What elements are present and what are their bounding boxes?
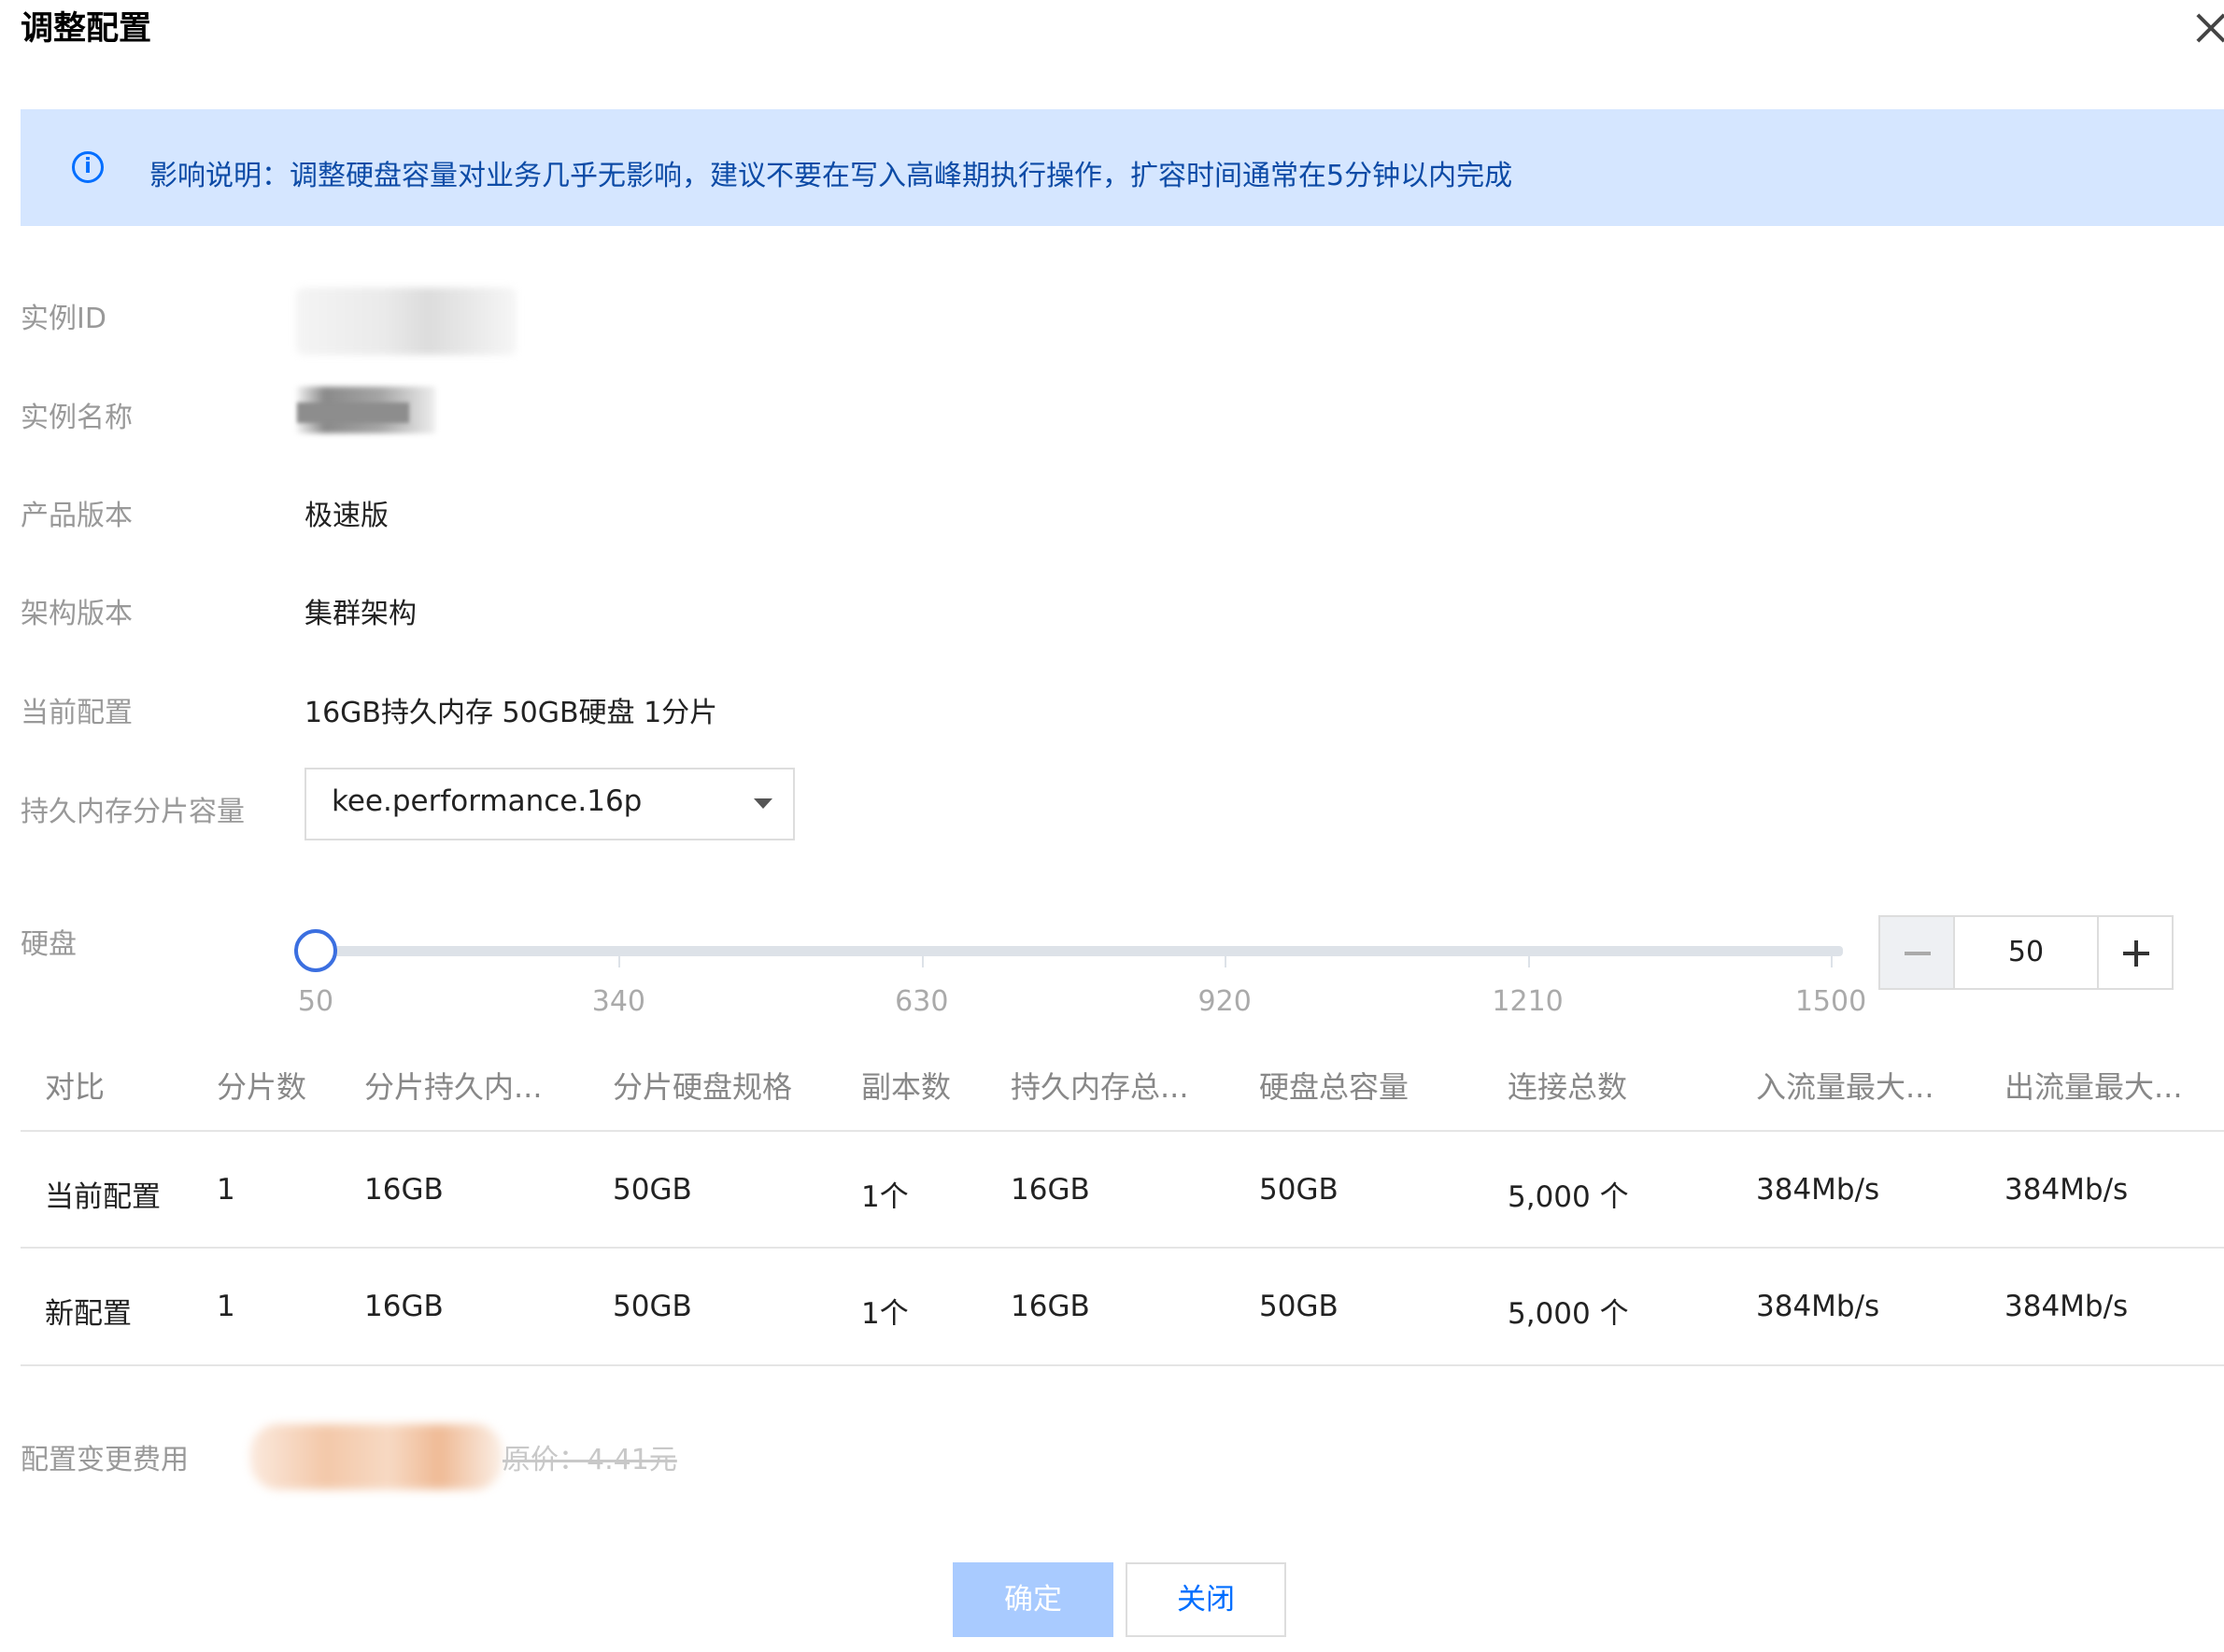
slider-tick-label: 920 — [1197, 985, 1252, 1018]
table-cell: 1个 — [861, 1180, 909, 1214]
instance-name-value-redacted-core — [297, 402, 409, 423]
instance-name-label: 实例名称 — [21, 402, 133, 434]
table-header-cell: 出流量最大... — [2004, 1069, 2183, 1105]
slider-tick-label: 630 — [895, 985, 949, 1018]
disk-size-input[interactable]: 50 — [1953, 915, 2099, 990]
confirm-button[interactable]: 确定 — [953, 1562, 1113, 1637]
decrement-button[interactable] — [1878, 915, 1955, 990]
dialog-title: 调整配置 — [21, 10, 152, 48]
close-icon[interactable] — [2189, 7, 2224, 49]
table-cell: 384Mb/s — [2004, 1290, 2129, 1323]
slider-tick — [1831, 956, 1833, 967]
chevron-down-icon[interactable] — [754, 798, 772, 809]
table-header-cell: 持久内存总... — [1011, 1069, 1189, 1105]
fee-label: 配置变更费用 — [21, 1444, 189, 1476]
instance-id-value-redacted — [296, 288, 517, 355]
notice-text: 影响说明：调整硬盘容量对业务几乎无影响，建议不要在写入高峰期执行操作，扩容时间通… — [149, 160, 1513, 192]
disk-slider-track[interactable] — [315, 946, 1843, 956]
slider-tick — [618, 956, 621, 967]
table-header-cell: 分片数 — [217, 1069, 307, 1105]
table-header-cell: 连接总数 — [1508, 1069, 1628, 1105]
table-cell: 50GB — [1259, 1290, 1339, 1323]
close-button[interactable]: 关闭 — [1126, 1562, 1286, 1637]
instance-id-label: 实例ID — [21, 303, 106, 335]
table-cell: 5,000 个 — [1508, 1297, 1629, 1331]
slider-tick-label: 340 — [591, 985, 646, 1018]
slider-tick — [1527, 956, 1530, 967]
table-cell: 50GB — [613, 1173, 692, 1207]
table-row — [21, 1136, 2224, 1252]
product-version-label: 产品版本 — [21, 500, 133, 532]
slider-tick-label: 50 — [297, 985, 334, 1018]
table-cell: 1 — [217, 1173, 235, 1207]
current-config-value: 16GB持久内存 50GB硬盘 1分片 — [305, 697, 718, 729]
arch-version-label: 架构版本 — [21, 598, 133, 630]
table-cell: 16GB — [1011, 1290, 1090, 1323]
table-cell: 50GB — [1259, 1173, 1339, 1207]
table-cell: 384Mb/s — [2004, 1173, 2129, 1207]
table-cell: 16GB — [364, 1290, 444, 1323]
table-row — [21, 1252, 2224, 1369]
table-row-divider — [21, 1247, 2224, 1249]
current-config-label: 当前配置 — [21, 697, 133, 729]
table-header-cell: 入流量最大... — [1756, 1069, 1934, 1105]
table-header-cell: 分片硬盘规格 — [613, 1069, 793, 1105]
info-icon: i — [72, 151, 104, 183]
table-header-cell: 副本数 — [861, 1069, 952, 1105]
original-price: 原价：4.41元 — [503, 1444, 677, 1476]
arch-version-value: 集群架构 — [305, 598, 417, 630]
slider-tick — [1225, 956, 1227, 967]
table-cell: 16GB — [1011, 1173, 1090, 1207]
shard-capacity-selected-value: kee.performance.16p — [332, 784, 643, 818]
table-header-cell: 对比 — [45, 1069, 106, 1105]
table-header-divider — [21, 1130, 2224, 1132]
table-cell: 16GB — [364, 1173, 444, 1207]
shard-capacity-label: 持久内存分片容量 — [21, 796, 245, 828]
disk-slider-handle[interactable] — [294, 929, 337, 972]
table-bottom-divider — [21, 1364, 2224, 1366]
disk-label: 硬盘 — [21, 928, 77, 961]
table-cell: 当前配置 — [45, 1180, 161, 1214]
table-header-cell: 分片持久内... — [364, 1069, 543, 1105]
product-version-value: 极速版 — [305, 500, 389, 532]
table-cell: 新配置 — [45, 1297, 132, 1331]
table-cell: 5,000 个 — [1508, 1180, 1629, 1214]
slider-tick-label: 1210 — [1492, 985, 1564, 1018]
table-cell: 384Mb/s — [1756, 1173, 1880, 1207]
slider-tick — [921, 956, 924, 967]
table-cell: 1个 — [861, 1297, 909, 1331]
fee-value-redacted — [250, 1424, 503, 1490]
table-cell: 50GB — [613, 1290, 692, 1323]
table-header-cell: 硬盘总容量 — [1259, 1069, 1409, 1105]
table-cell: 1 — [217, 1290, 235, 1323]
increment-button[interactable] — [2097, 915, 2174, 990]
table-cell: 384Mb/s — [1756, 1290, 1880, 1323]
slider-tick-label: 1500 — [1794, 985, 1867, 1018]
